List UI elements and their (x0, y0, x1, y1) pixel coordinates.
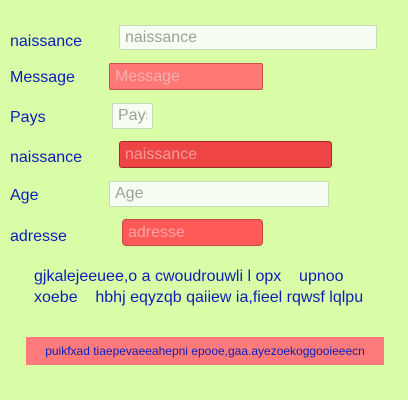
naissance-2-input[interactable] (119, 141, 332, 168)
pays-input[interactable] (112, 103, 153, 129)
naissance-label: naissance (10, 33, 83, 50)
body-text: gjkalejeeuee,o a cwoudrouwli l opx upnoo… (34, 266, 363, 308)
naissance-input[interactable] (119, 25, 377, 50)
age-label: Age (10, 187, 39, 204)
naissance-2-label: naissance (10, 149, 83, 166)
footer-banner: puikfxad tiaepevaeeahepni epooe,gaa.ayez… (26, 337, 384, 365)
message-input[interactable] (109, 63, 263, 90)
body-text-line-1: gjkalejeeuee,o a cwoudrouwli l opx upnoo (34, 268, 344, 285)
body-text-line-2: xoebe hbhj eqyzqb qaiiew ia,fieel rqwsf … (34, 289, 364, 306)
message-label: Message (10, 69, 75, 86)
pays-label: Pays (10, 109, 46, 126)
age-input[interactable] (109, 181, 329, 207)
adresse-label: adresse (10, 228, 67, 245)
adresse-input[interactable] (122, 219, 263, 246)
